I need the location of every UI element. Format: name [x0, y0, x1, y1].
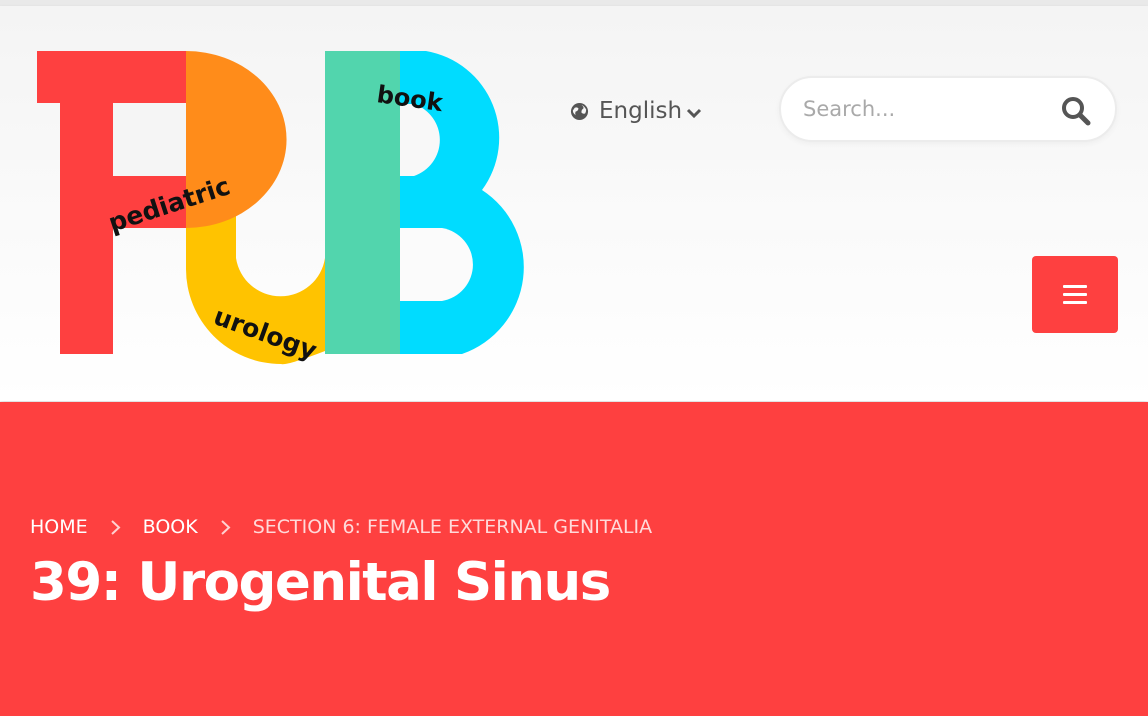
- menu-button[interactable]: [1032, 256, 1118, 333]
- search-button[interactable]: [1061, 96, 1091, 126]
- pub-logo-graphic: pediatric book urology: [37, 51, 524, 365]
- chevron-right-icon: [110, 519, 121, 536]
- breadcrumb: HOME BOOK SECTION 6: FEMALE EXTERNAL GEN…: [30, 516, 652, 538]
- site-logo[interactable]: pediatric book urology: [36, 46, 536, 371]
- breadcrumb-home-link[interactable]: HOME: [30, 516, 88, 538]
- search-icon: [1062, 97, 1091, 126]
- search-box: [779, 76, 1117, 142]
- breadcrumb-book-link[interactable]: BOOK: [143, 516, 198, 538]
- logo-p-hole: [113, 103, 186, 176]
- site-header: pediatric book urology English: [0, 6, 1148, 401]
- globe-icon: [570, 102, 589, 120]
- page-hero: HOME BOOK SECTION 6: FEMALE EXTERNAL GEN…: [0, 402, 1148, 716]
- chevron-down-icon: [687, 108, 702, 119]
- hamburger-icon: [1063, 285, 1087, 304]
- language-label: English: [599, 98, 683, 124]
- page-title: 39: Urogenital Sinus: [30, 552, 611, 613]
- language-selector[interactable]: English: [570, 94, 702, 128]
- breadcrumb-section-link[interactable]: SECTION 6: FEMALE EXTERNAL GENITALIA: [253, 516, 652, 538]
- chevron-right-icon: [220, 519, 231, 536]
- search-input[interactable]: [803, 92, 1043, 126]
